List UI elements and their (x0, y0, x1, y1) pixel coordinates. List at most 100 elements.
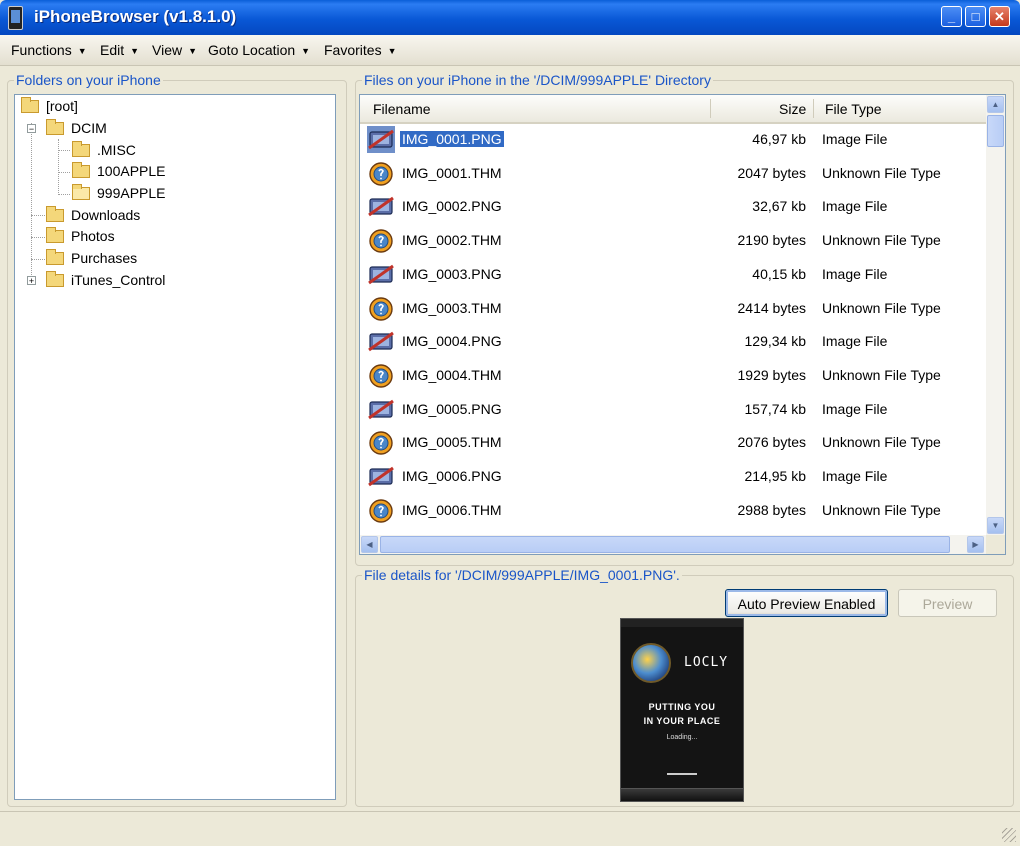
tree-guide-line (31, 123, 32, 281)
column-separator[interactable] (710, 99, 711, 118)
chevron-down-icon: ▼ (188, 46, 198, 56)
file-type: Unknown File Type (822, 501, 941, 518)
file-size: 2190 bytes (737, 232, 807, 249)
file-row[interactable]: IMG_0004.THM 1929 bytes Unknown File Type (360, 359, 986, 392)
file-size: 2047 bytes (737, 164, 807, 181)
iphone-app-icon (8, 6, 23, 30)
file-row[interactable]: IMG_0001.THM 2047 bytes Unknown File Type (360, 157, 986, 190)
tree-guide-line (58, 172, 70, 173)
scroll-right-arrow-icon[interactable]: ▶ (967, 536, 984, 553)
tree-node-999apple[interactable]: 999APPLE (72, 183, 166, 203)
tree-node-label: [root] (46, 98, 78, 114)
status-bar (0, 811, 1020, 846)
tree-guide-line (58, 150, 70, 151)
unknown-file-icon (367, 227, 395, 254)
unknown-file-icon (367, 429, 395, 456)
file-name: IMG_0003.PNG (402, 265, 502, 282)
file-row[interactable]: IMG_0004.PNG 129,34 kb Image File (360, 325, 986, 358)
resize-grip-icon[interactable] (1002, 828, 1016, 842)
file-row[interactable]: IMG_0005.PNG 157,74 kb Image File (360, 393, 986, 426)
collapse-icon[interactable]: − (27, 124, 36, 134)
folder-tree[interactable]: [root] − DCIM .MISC 100APPLE 999APPLE Do… (14, 94, 336, 800)
vertical-scrollbar[interactable]: ▲ ▼ (986, 95, 1005, 535)
horizontal-scrollbar[interactable]: ◀ ▶ (360, 535, 986, 554)
file-row[interactable]: IMG_0006.PNG 214,95 kb Image File (360, 460, 986, 493)
menu-view[interactable]: View ▼ (152, 42, 197, 58)
tree-node-downloads[interactable]: Downloads (46, 205, 140, 225)
file-name: IMG_0002.THM (402, 232, 502, 249)
file-row[interactable]: IMG_0003.THM 2414 bytes Unknown File Type (360, 292, 986, 325)
file-list-header: Filename Size File Type (360, 95, 986, 124)
folders-panel-title: Folders on your iPhone (14, 72, 163, 88)
tree-node-purchases[interactable]: Purchases (46, 248, 137, 268)
expand-icon[interactable]: + (27, 276, 36, 286)
tree-node-root[interactable]: [root] (21, 96, 78, 116)
file-row[interactable]: IMG_0006.THM 2988 bytes Unknown File Type (360, 494, 986, 527)
file-row[interactable]: IMG_0002.THM 2190 bytes Unknown File Type (360, 224, 986, 257)
folder-icon (46, 249, 64, 265)
preview-tagline-1: PUTTING YOU (648, 702, 716, 712)
scroll-left-arrow-icon[interactable]: ◀ (361, 536, 378, 553)
vertical-scroll-thumb[interactable] (987, 115, 1004, 147)
file-size: 46,97 kb (752, 131, 806, 147)
png-image-icon (367, 193, 395, 220)
file-list[interactable]: Filename Size File Type IMG_0001.PNG 46,9… (359, 94, 1006, 555)
column-separator[interactable] (813, 99, 814, 118)
preview-button[interactable]: Preview (898, 589, 997, 617)
column-header-file-type[interactable]: File Type (825, 101, 882, 117)
file-size: 2414 bytes (737, 299, 807, 316)
globe-logo-icon (631, 643, 671, 683)
tree-node-photos[interactable]: Photos (46, 226, 115, 246)
folder-icon (46, 271, 64, 287)
chevron-down-icon: ▼ (301, 46, 311, 56)
file-type: Unknown File Type (822, 366, 941, 383)
file-name: IMG_0005.THM (402, 434, 502, 451)
minimize-button[interactable]: _ (941, 6, 962, 27)
menu-functions-label: Functions (11, 42, 72, 58)
column-header-filename[interactable]: Filename (373, 101, 431, 117)
file-name: IMG_0001.THM (402, 164, 502, 181)
close-button[interactable]: ✕ (989, 6, 1010, 27)
auto-preview-button[interactable]: Auto Preview Enabled (725, 589, 888, 617)
tree-node-itunes-control[interactable]: iTunes_Control (46, 270, 165, 290)
file-size: 2076 bytes (737, 434, 807, 451)
tree-node-label: DCIM (71, 120, 107, 136)
tree-node-100apple[interactable]: 100APPLE (72, 161, 166, 181)
files-panel-title: Files on your iPhone in the '/DCIM/999AP… (362, 72, 713, 88)
tree-node-dcim[interactable]: DCIM (46, 118, 107, 138)
file-name: IMG_0001.PNG (400, 131, 504, 147)
unknown-file-icon (367, 160, 395, 187)
folder-icon (46, 227, 64, 243)
menu-view-label: View (152, 42, 183, 58)
file-size: 129,34 kb (744, 333, 807, 350)
tree-node-label: .MISC (97, 142, 136, 158)
file-row[interactable]: IMG_0001.PNG 46,97 kb Image File (360, 123, 986, 156)
tree-node-label: Purchases (71, 250, 138, 266)
menu-favorites[interactable]: Favorites ▼ (324, 42, 397, 58)
tree-node-label: 100APPLE (97, 163, 166, 179)
menu-functions[interactable]: Functions ▼ (11, 42, 87, 58)
file-size: 2988 bytes (737, 501, 807, 518)
png-image-icon (367, 328, 395, 355)
scroll-down-arrow-icon[interactable]: ▼ (987, 517, 1004, 534)
file-row[interactable]: IMG_0003.PNG 40,15 kb Image File (360, 258, 986, 291)
folder-icon (72, 141, 90, 157)
tree-guide-line (31, 215, 45, 216)
scroll-up-arrow-icon[interactable]: ▲ (987, 96, 1004, 113)
menu-edit[interactable]: Edit ▼ (100, 42, 139, 58)
horizontal-scroll-thumb[interactable] (380, 536, 950, 553)
unknown-file-icon (367, 295, 395, 322)
column-header-size[interactable]: Size (779, 101, 806, 117)
file-row[interactable]: IMG_0002.PNG 32,67 kb Image File (360, 190, 986, 223)
file-row[interactable]: IMG_0005.THM 2076 bytes Unknown File Type (360, 426, 986, 459)
preview-tab-bar (621, 788, 743, 801)
chevron-down-icon: ▼ (77, 46, 87, 56)
png-image-icon (367, 126, 395, 153)
chevron-down-icon: ▼ (387, 46, 397, 56)
menu-favorites-label: Favorites (324, 42, 382, 58)
maximize-button[interactable]: □ (965, 6, 986, 27)
tree-node-misc[interactable]: .MISC (72, 140, 136, 160)
menu-goto-location[interactable]: Goto Location ▼ (208, 42, 310, 58)
title-bar[interactable]: iPhoneBrowser (v1.8.1.0) _ □ ✕ (0, 0, 1020, 35)
file-type: Unknown File Type (822, 299, 941, 316)
